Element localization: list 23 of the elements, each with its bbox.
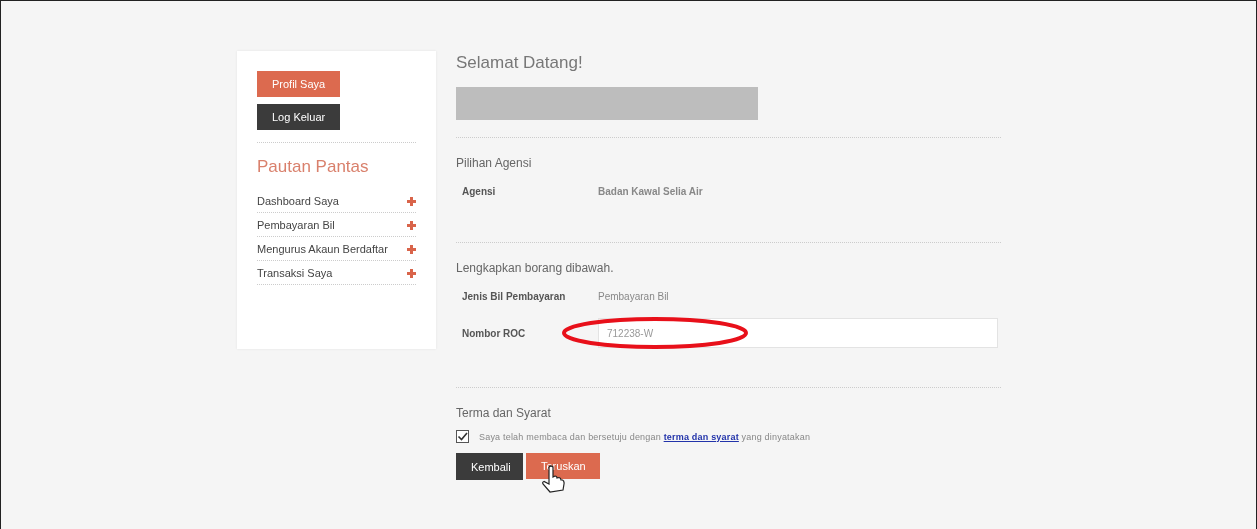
field-value: Badan Kawal Selia Air — [598, 186, 703, 197]
field-value: Pembayaran Bil — [598, 291, 669, 302]
field-label: Nombor ROC — [461, 327, 527, 339]
plus-icon[interactable] — [407, 244, 416, 254]
sidebar-item[interactable]: Mengurus Akaun Berdaftar — [257, 243, 388, 255]
sidebar-title: Pautan Pantas — [257, 157, 370, 177]
page-title: Selamat Datang! — [456, 53, 584, 73]
field-label: Agensi — [461, 186, 497, 197]
section-heading: Pilihan Agensi — [456, 156, 533, 170]
sidebar-item[interactable]: Dashboard Saya — [257, 195, 339, 207]
field-label: Jenis Bil Pembayaran — [461, 291, 567, 302]
terms-text: Saya telah membaca dan bersetuju dengan terma dan syarat yang dinyatakan — [479, 431, 811, 442]
sidebar-item[interactable]: Transaksi Saya — [257, 267, 333, 279]
terms-link[interactable]: terma dan syarat — [663, 431, 739, 442]
plus-icon[interactable] — [407, 220, 416, 230]
plus-icon[interactable] — [407, 196, 416, 206]
sidebar-item[interactable]: Pembayaran Bil — [257, 219, 335, 231]
section-heading: Terma dan Syarat — [456, 406, 552, 420]
section-heading: Lengkapkan borang dibawah. — [456, 261, 615, 275]
plus-icon[interactable] — [407, 268, 416, 278]
logout-button[interactable]: Log Keluar — [257, 104, 341, 130]
back-button[interactable]: Kembali — [456, 453, 523, 480]
terms-checkbox[interactable] — [456, 430, 469, 443]
